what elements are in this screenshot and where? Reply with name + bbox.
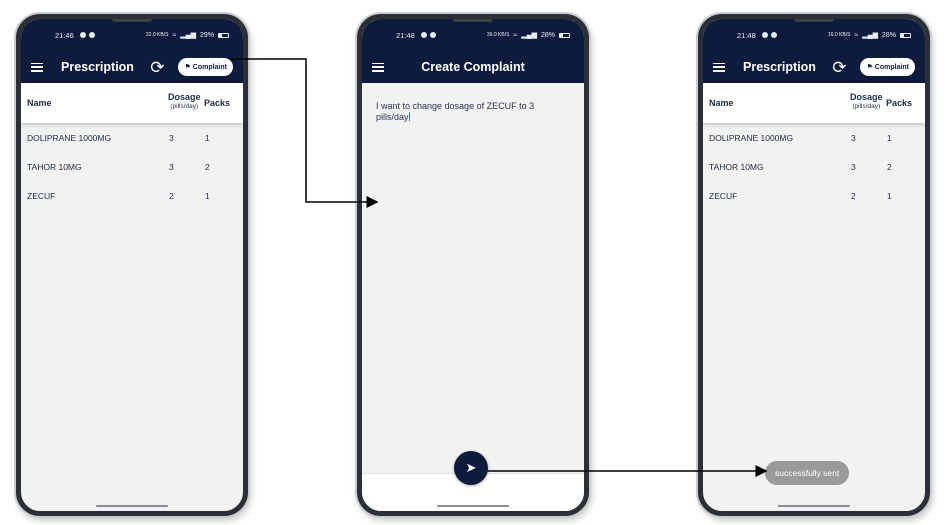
- row-dosage: 3: [169, 133, 174, 143]
- page-title: Prescription: [743, 60, 816, 74]
- complaint-button-label: Complaint: [874, 63, 909, 71]
- table-row[interactable]: DOLIPRANE 1000MG 3 1: [21, 123, 243, 152]
- flag-icon: ⚑: [866, 64, 873, 71]
- row-packs: 1: [205, 133, 210, 143]
- row-packs: 2: [887, 162, 892, 172]
- header-dosage-label: Dosage: [850, 92, 883, 102]
- home-indicator[interactable]: [96, 505, 168, 507]
- text-cursor: [408, 112, 410, 121]
- arrow-complaint-to-create: [231, 58, 379, 208]
- status-time: 21:48: [396, 30, 415, 40]
- wifi-icon: ≈: [172, 31, 177, 39]
- home-indicator[interactable]: [437, 505, 509, 507]
- table-row[interactable]: TAHOR 10MG 3 2: [21, 152, 243, 181]
- app-bar: Prescription ⟳ ⚑ Complaint: [703, 51, 925, 83]
- app-bar: Prescription ⟳ ⚑ Complaint: [21, 51, 243, 83]
- flag-icon: ⚑: [184, 64, 191, 71]
- header-packs: Packs: [886, 98, 913, 108]
- notification-icons: [420, 32, 436, 38]
- status-right: 32.0 KB/S ≈ ▂▄▆ 29%: [146, 31, 229, 39]
- complaint-button[interactable]: ⚑ Complaint: [860, 58, 915, 76]
- camera-notch: [794, 19, 834, 22]
- status-right: 39.0 KB/S ≈ ▂▄▆ 28%: [487, 31, 570, 39]
- header-name: Name: [709, 98, 734, 108]
- row-name: TAHOR 10MG: [27, 162, 82, 172]
- battery-percent: 28%: [881, 31, 896, 39]
- camera-notch: [453, 19, 493, 22]
- header-dosage: Dosage (pills/day): [850, 93, 883, 111]
- app-bar: Create Complaint: [362, 51, 584, 83]
- hamburger-icon[interactable]: [372, 62, 384, 72]
- battery-icon: [559, 32, 570, 38]
- row-dosage: 3: [169, 162, 174, 172]
- signal-icon: ▂▄▆: [180, 32, 196, 39]
- send-icon: ➤: [465, 460, 477, 475]
- row-dosage: 3: [851, 162, 856, 172]
- success-toast: successfully sent: [765, 461, 850, 485]
- header-name: Name: [27, 98, 52, 108]
- table-row[interactable]: DOLIPRANE 1000MG 3 1: [703, 123, 925, 152]
- row-name: TAHOR 10MG: [709, 162, 764, 172]
- complaint-button-label: Complaint: [192, 63, 227, 71]
- row-packs: 1: [205, 191, 210, 201]
- battery-icon: [218, 32, 229, 38]
- table-header: Name Dosage (pills/day) Packs: [21, 83, 243, 123]
- row-packs: 1: [887, 191, 892, 201]
- status-bar: 21:46 32.0 KB/S ≈ ▂▄▆ 29%: [21, 19, 243, 51]
- camera-notch: [112, 19, 152, 22]
- hamburger-icon[interactable]: [31, 62, 43, 72]
- phone-prescription-after: 21:48 16.0 KB/S ≈ ▂▄▆ 28% Prescription ⟳…: [698, 14, 930, 516]
- header-dosage-label: Dosage: [168, 92, 201, 102]
- network-speed: 16.0 KB/S: [827, 32, 851, 38]
- header-dosage: Dosage (pills/day): [168, 93, 201, 111]
- send-button[interactable]: ➤: [454, 451, 488, 485]
- complaint-textarea[interactable]: I want to change dosage of ZECUF to 3 pi…: [376, 101, 554, 123]
- network-speed: 32.0 KB/S: [145, 32, 169, 38]
- notification-icons: [761, 32, 777, 38]
- table-row[interactable]: TAHOR 10MG 3 2: [703, 152, 925, 181]
- complaint-text-value: I want to change dosage of ZECUF to 3 pi…: [376, 101, 535, 122]
- signal-icon: ▂▄▆: [862, 32, 878, 39]
- page-title: Create Complaint: [421, 60, 525, 74]
- battery-percent: 28%: [540, 31, 555, 39]
- complaint-button[interactable]: ⚑ Complaint: [178, 58, 233, 76]
- status-bar: 21:48 16.0 KB/S ≈ ▂▄▆ 28%: [703, 19, 925, 51]
- wifi-icon: ≈: [854, 31, 859, 39]
- home-indicator[interactable]: [778, 505, 850, 507]
- header-packs: Packs: [204, 98, 231, 108]
- row-name: ZECUF: [27, 191, 56, 201]
- status-bar: 21:48 39.0 KB/S ≈ ▂▄▆ 28%: [362, 19, 584, 51]
- row-name: ZECUF: [709, 191, 738, 201]
- table-header: Name Dosage (pills/day) Packs: [703, 83, 925, 123]
- table-row[interactable]: ZECUF 2 1: [21, 181, 243, 210]
- row-packs: 2: [205, 162, 210, 172]
- wifi-icon: ≈: [513, 31, 518, 39]
- row-name: DOLIPRANE 1000MG: [27, 133, 112, 143]
- page-title: Prescription: [61, 60, 134, 74]
- phone-prescription-before: 21:46 32.0 KB/S ≈ ▂▄▆ 29% Prescription ⟳…: [16, 14, 248, 516]
- row-dosage: 2: [851, 191, 856, 201]
- row-dosage: 3: [851, 133, 856, 143]
- table-row[interactable]: ZECUF 2 1: [703, 181, 925, 210]
- network-speed: 39.0 KB/S: [486, 32, 510, 38]
- status-time: 21:46: [55, 30, 74, 40]
- notification-icons: [79, 32, 95, 38]
- status-time: 21:48: [737, 30, 756, 40]
- signal-icon: ▂▄▆: [521, 32, 537, 39]
- row-name: DOLIPRANE 1000MG: [709, 133, 794, 143]
- header-dosage-unit: (pills/day): [170, 103, 199, 110]
- phone-create-complaint: 21:48 39.0 KB/S ≈ ▂▄▆ 28% Create Complai…: [357, 14, 589, 516]
- refresh-icon[interactable]: ⟳: [150, 59, 164, 76]
- row-dosage: 2: [169, 191, 174, 201]
- battery-icon: [900, 32, 911, 38]
- status-right: 16.0 KB/S ≈ ▂▄▆ 28%: [828, 31, 911, 39]
- refresh-icon[interactable]: ⟳: [832, 59, 846, 76]
- row-packs: 1: [887, 133, 892, 143]
- battery-percent: 29%: [199, 31, 214, 39]
- hamburger-icon[interactable]: [713, 62, 725, 72]
- header-dosage-unit: (pills/day): [852, 103, 881, 110]
